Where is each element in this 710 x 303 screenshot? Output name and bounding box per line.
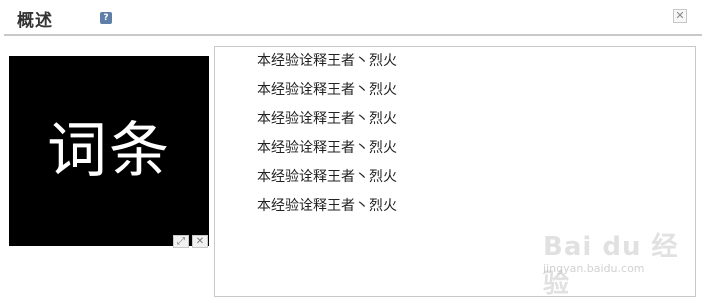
list-item: 本经验诠释王者丶烈火 (257, 82, 397, 98)
image-text: 词条 (47, 116, 171, 186)
divider (4, 34, 702, 36)
list-item: 本经验诠释王者丶烈火 (257, 140, 397, 156)
header: 概述 ? ✕ (0, 0, 710, 36)
page-title: 概述 (17, 11, 53, 31)
summary-image: 词条 (9, 56, 209, 246)
close-icon[interactable]: ✕ (673, 9, 687, 23)
watermark-url: jingyan.baidu.com (543, 262, 645, 275)
list-item: 本经验诠释王者丶烈火 (257, 111, 397, 127)
summary-list: 本经验诠释王者丶烈火 本经验诠释王者丶烈火 本经验诠释王者丶烈火 本经验诠释王者… (257, 51, 397, 225)
expand-icon[interactable]: ⤢ (173, 235, 189, 248)
list-item: 本经验诠释王者丶烈火 (257, 169, 397, 185)
help-icon[interactable]: ? (100, 12, 112, 24)
list-item: 本经验诠释王者丶烈火 (257, 53, 397, 69)
list-item: 本经验诠释王者丶烈火 (257, 198, 397, 214)
watermark: Bai du 经验 jingyan.baidu.com (543, 222, 703, 299)
image-close-icon[interactable]: ✕ (192, 235, 208, 248)
